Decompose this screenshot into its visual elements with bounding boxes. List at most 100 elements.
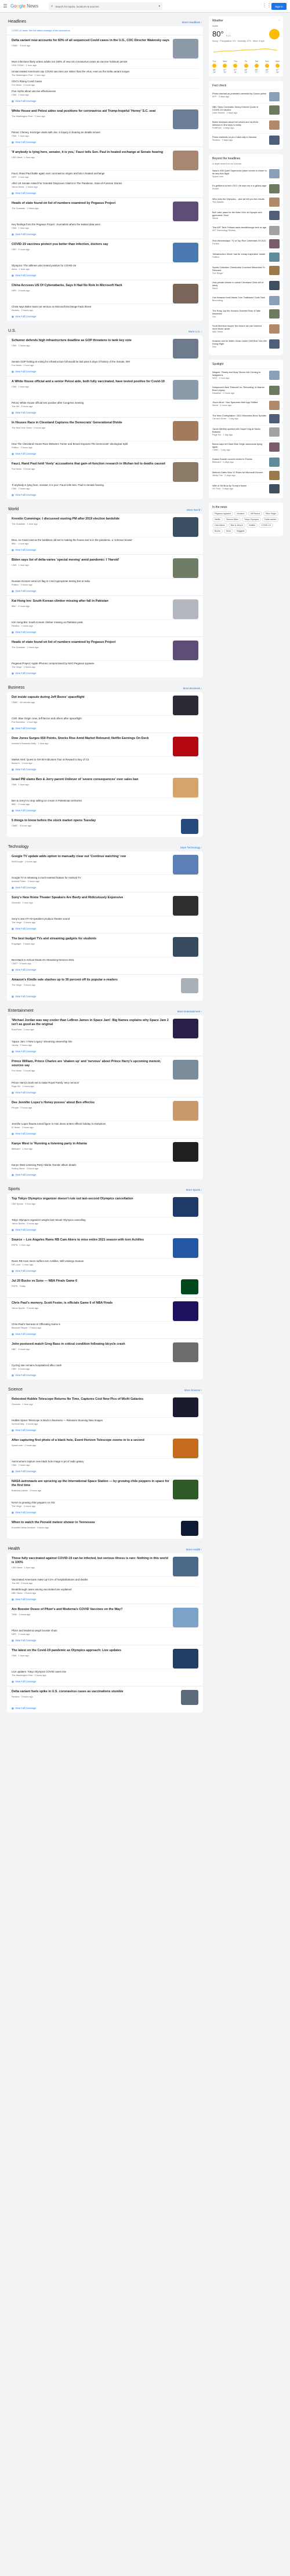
related-article[interactable]: Pelosi: Cheney, Kinzinger deals with Jan… — [12, 129, 198, 139]
related-article[interactable]: Cycling star remains hospitalized after … — [12, 1362, 198, 1372]
story-title[interactable]: Google TV update adds option to manually… — [12, 855, 169, 859]
related-article[interactable]: How The Cleveland House Race Between Tur… — [12, 441, 198, 451]
topic-chip[interactable]: Delta variant — [262, 517, 279, 522]
beyond-item-title[interactable]: Sports Collection Thresholds Convince Ma… — [212, 266, 267, 272]
story-thumbnail[interactable] — [173, 696, 198, 715]
topic-chip[interactable]: Suns — [223, 529, 233, 533]
story-title[interactable]: The best budget TVs and streaming gadget… — [12, 937, 169, 941]
weather-unit[interactable]: F | C — [226, 35, 231, 37]
related-title[interactable]: Rams RB Cam Akers suffers torn Achilles,… — [12, 1260, 198, 1263]
related-title[interactable]: More infections likely unless adults not… — [12, 60, 198, 64]
related-title[interactable]: CSR, Blue Origin crew, Jeff Bezos and ot… — [12, 717, 198, 720]
related-article[interactable]: 'If anybody is lying here, senator, it i… — [12, 482, 198, 492]
story-title[interactable]: Rebooted Hubble Telescope Returns Ne Tim… — [12, 1397, 169, 1402]
chevron-right-icon[interactable]: › — [279, 19, 280, 23]
story-thumbnail[interactable] — [173, 855, 198, 874]
related-article[interactable]: Astronomers capture new black hole image… — [12, 1458, 198, 1468]
beyond-item-thumbnail[interactable] — [269, 239, 280, 248]
story-thumbnail[interactable] — [181, 1521, 198, 1536]
spotlight-item-thumbnail[interactable] — [269, 371, 280, 380]
beyond-item[interactable]: This MIT Tech Fellows tasks breakthrough… — [212, 224, 280, 237]
fact-check-item-thumbnail[interactable] — [269, 105, 280, 115]
coverage-note-text[interactable]: COVID-19 news: See the latest coverage o… — [12, 30, 198, 32]
story-title[interactable]: Heads of state found on list of numbers … — [12, 202, 169, 206]
story-title[interactable]: Dow Jones Surges 650 Points, Stocks Rise… — [12, 737, 169, 741]
related-article[interactable]: China says Biden team not serious on Mic… — [12, 303, 198, 313]
related-title[interactable]: CDC's Rising Covid Cases — [12, 80, 198, 83]
full-coverage-link[interactable]: ▦ View Full Coverage — [12, 233, 198, 236]
related-title[interactable]: Eton, ex-Covid cast as the bubbliest old… — [12, 539, 198, 542]
story-title[interactable]: Israel PM slams Ben & Jerry parent Unile… — [12, 778, 169, 782]
full-coverage-link[interactable]: ▦ View Full Coverage — [12, 727, 198, 730]
related-title[interactable]: Key findings from the Pegasus Project: J… — [12, 223, 198, 226]
related-article[interactable]: Kanye West Listening Party Atlanta 'Dond… — [12, 1162, 198, 1172]
beyond-item[interactable]: 'Infrastructure Week' had its 'cheap ins… — [212, 250, 280, 264]
story-thumbnail[interactable] — [173, 1649, 198, 1668]
related-title[interactable]: How The Cleveland House Race Between Tur… — [12, 442, 198, 446]
related-article[interactable]: Prince Harry's book set to make Royal Fa… — [12, 1080, 198, 1089]
topic-chip[interactable]: Hubble — [246, 523, 258, 528]
beyond-item-thumbnail[interactable] — [269, 184, 280, 193]
section-title[interactable]: Sports — [8, 1187, 20, 1191]
beyond-item[interactable]: Bell Labs' plans for the Arlen Ohio at O… — [212, 208, 280, 224]
spotlight-item-thumbnail[interactable] — [269, 458, 280, 467]
spotlight-item-title[interactable]: 'Zoom Bros': Your Spammer Alert App Shif… — [212, 401, 267, 404]
related-article[interactable]: Pfizer and Moderna weigh booster shots NP… — [12, 1627, 198, 1637]
related-article[interactable]: CSR, Blue Origin crew, Jeff Bezos and ot… — [12, 715, 198, 725]
beyond-item-thumbnail[interactable] — [269, 296, 280, 305]
section-more-link[interactable]: More Sports › — [186, 1188, 202, 1191]
beyond-item-title[interactable]: Can Amazon fund Hands 'Live Trailblazer'… — [212, 296, 267, 299]
related-title[interactable]: Olympics: The athletes who tested positi… — [12, 264, 198, 268]
beyond-item-thumbnail[interactable] — [269, 169, 280, 178]
coverage-note[interactable]: COVID-19 news: See the latest coverage o… — [7, 26, 203, 35]
story-thumbnail[interactable] — [173, 778, 198, 797]
story-title[interactable]: Jul 20 Bucks vs Suns — NBA Finals Game 6 — [12, 1279, 177, 1283]
related-article[interactable]: Google TV is releasing a much-wanted fea… — [12, 874, 198, 884]
story-title[interactable]: NASA astronauts are sprucing up the Inte… — [12, 1480, 169, 1488]
story-thumbnail[interactable] — [173, 1142, 198, 1162]
related-title[interactable]: Live updates: Tokyo Olympics COVID cases… — [12, 1670, 198, 1674]
topic-chip[interactable]: Amazon — [234, 511, 247, 516]
full-coverage-link[interactable]: ▦ View Full Coverage — [12, 370, 198, 373]
fact-check-item-thumbnail[interactable] — [269, 136, 280, 145]
beyond-item-title[interactable]: Scott Morrison issues 'the lesson we can… — [212, 324, 267, 330]
story-title[interactable]: Kremlin Cummings: I discussed ousting PM… — [12, 517, 169, 521]
fact-check-item[interactable]: Photo misread as protesters arrested by … — [212, 90, 280, 103]
full-coverage-link[interactable]: ▦ View Full Coverage — [12, 1639, 198, 1642]
full-coverage-link[interactable]: ▦ View Full Coverage — [12, 590, 198, 592]
story-title[interactable]: 'If anybody is lying here, senator, it i… — [12, 151, 169, 155]
topic-chip[interactable]: Cam Akers — [212, 523, 227, 528]
story-title[interactable]: A White House official and a senior Pelo… — [12, 380, 169, 384]
story-thumbnail[interactable] — [173, 1439, 198, 1458]
related-title[interactable]: Cycling star remains hospitalized after … — [12, 1364, 198, 1367]
story-thumbnail[interactable] — [181, 1690, 198, 1705]
beyond-item[interactable]: Can Amazon fund Hands 'Live Trailblazer'… — [212, 294, 280, 307]
story-title[interactable]: Delta variant fuels spike in U.S. corona… — [12, 1690, 177, 1694]
section-more-link[interactable]: More World › — [187, 508, 202, 511]
menu-icon[interactable]: ☰ — [0, 0, 10, 13]
story-title[interactable]: The latest on the Covid-19 pandemic as O… — [12, 1649, 169, 1653]
story-thumbnail[interactable] — [181, 819, 198, 834]
sign-in-button[interactable]: Sign in — [271, 3, 287, 10]
full-coverage-link[interactable]: ▦ View Full Coverage — [12, 886, 198, 889]
related-title[interactable]: Pelosi, White House official test positi… — [12, 401, 198, 405]
beyond-item-thumbnail[interactable] — [269, 253, 280, 262]
topic-chip[interactable]: Tokyo Olympics — [241, 517, 262, 522]
story-thumbnail[interactable] — [173, 243, 198, 262]
story-thumbnail[interactable] — [173, 558, 198, 578]
story-thumbnail[interactable] — [173, 109, 198, 129]
spotlight-item[interactable]: Melinda Gates Won 12 Rules for Microsoft… — [212, 469, 280, 482]
full-coverage-link[interactable]: ▦ View Full Coverage — [12, 1269, 198, 1272]
beyond-item-title[interactable]: Bell Labs' plans for the Arlen Ohio at O… — [212, 211, 267, 217]
full-coverage-link[interactable]: ▦ View Full Coverage — [12, 1173, 198, 1176]
beyond-item[interactable]: Ex-girlfriend of tech CEO: He kept me in… — [212, 182, 280, 195]
full-coverage-link[interactable]: ▦ View Full Coverage — [12, 1470, 198, 1473]
story-title[interactable]: Source -- Los Angeles Rams RB Cam Akers … — [12, 1238, 169, 1242]
topic-chip[interactable]: Jeff Bezos — [248, 511, 263, 516]
full-coverage-link[interactable]: ▦ View Full Coverage — [12, 452, 198, 455]
full-coverage-link[interactable]: ▦ View Full Coverage — [12, 995, 198, 998]
related-article[interactable]: Hubble Space Telescope Is Back in Busine… — [12, 1417, 198, 1427]
fact-check-item-thumbnail[interactable] — [269, 92, 280, 101]
related-article[interactable]: Live updates: Tokyo Olympics COVID cases… — [12, 1668, 198, 1678]
related-title[interactable]: Ben & Jerry's to stop selling ice cream … — [12, 799, 198, 803]
